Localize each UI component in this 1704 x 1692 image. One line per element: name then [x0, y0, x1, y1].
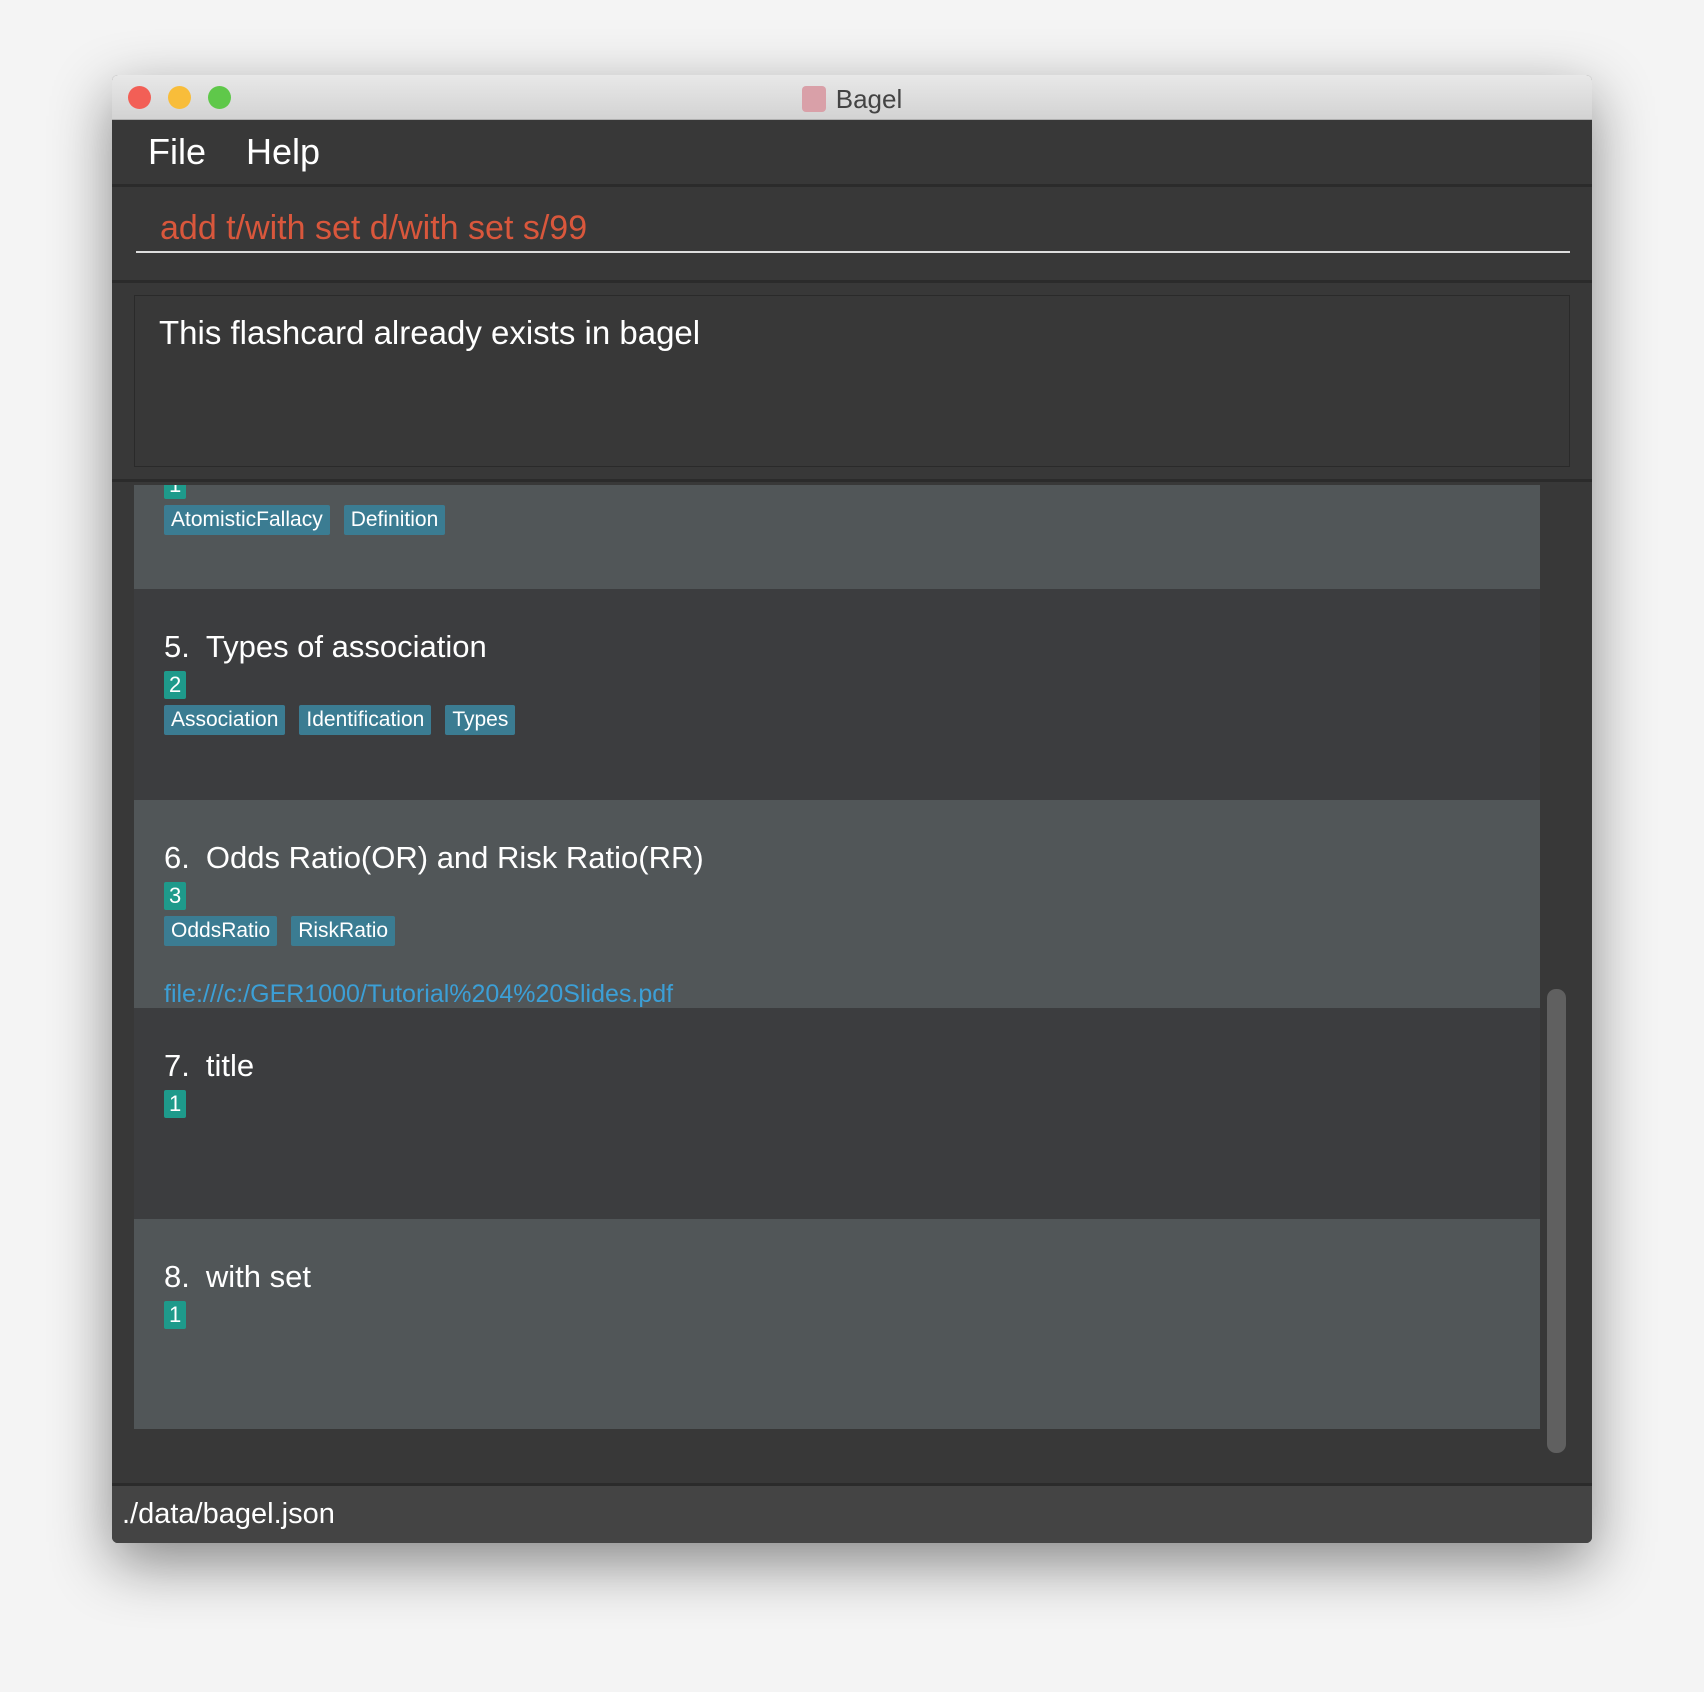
card-index: 5.: [164, 629, 190, 664]
card-title: 7. title: [164, 1048, 1540, 1084]
app-window: Bagel File Help This flashcard already e…: [112, 75, 1592, 1543]
set-badge: 1: [164, 1090, 187, 1118]
window-title: Bagel: [112, 84, 1592, 115]
result-display: This flashcard already exists in bagel: [112, 283, 1592, 482]
set-badge: 3: [164, 882, 187, 910]
card-title-text: title: [205, 1048, 255, 1083]
menu-file[interactable]: File: [148, 131, 206, 173]
card-title: 8. with set: [164, 1259, 1540, 1295]
card-index: 8.: [164, 1259, 190, 1294]
title-bar: Bagel: [112, 75, 1592, 120]
flashcard-item[interactable]: 6. Odds Ratio(OR) and Risk Ratio(RR) 3 Odds…: [134, 800, 1540, 1008]
app-icon: [801, 86, 826, 112]
command-box: [112, 187, 1592, 283]
tag-label: Types: [445, 705, 516, 735]
scrollbar[interactable]: [1547, 989, 1566, 1453]
card-title-text: Types of association: [205, 629, 487, 664]
flashcard-item[interactable]: 8. with set 1: [134, 1219, 1540, 1429]
menu-bar: File Help: [112, 120, 1592, 187]
tag-label: Association: [164, 705, 286, 735]
flashcard-list[interactable]: 1 AtomisticFallacy Definition 5. Types of as…: [112, 485, 1592, 1485]
window-title-text: Bagel: [835, 84, 903, 114]
command-input[interactable]: [136, 205, 1570, 253]
card-title-text: with set: [205, 1259, 311, 1294]
card-title: 6. Odds Ratio(OR) and Risk Ratio(RR): [164, 840, 1540, 876]
card-index: 7.: [164, 1048, 190, 1083]
tag-label: AtomisticFallacy: [164, 505, 330, 535]
flashcard-item[interactable]: 1 AtomisticFallacy Definition: [134, 485, 1540, 589]
flashcard-item[interactable]: 5. Types of association 2 Association Identi…: [134, 589, 1540, 800]
tag-label: OddsRatio: [164, 916, 278, 946]
status-bar-path: ./data/bagel.json: [112, 1483, 1592, 1543]
flashcard-item[interactable]: 7. title 1: [134, 1008, 1540, 1219]
tag-label: Definition: [343, 505, 446, 535]
set-badge: 1: [164, 485, 187, 499]
card-index: 6.: [164, 840, 190, 875]
card-link[interactable]: file:///c:/GER1000/Tutorial%204%20Slides…: [164, 980, 1540, 1009]
set-badge: 1: [164, 1301, 187, 1329]
menu-help[interactable]: Help: [246, 131, 320, 173]
tag-label: Identification: [299, 705, 432, 735]
result-message: This flashcard already exists in bagel: [134, 295, 1570, 467]
tag-label: RiskRatio: [291, 916, 396, 946]
card-title: 5. Types of association: [164, 629, 1540, 665]
card-title-text: Odds Ratio(OR) and Risk Ratio(RR): [205, 840, 704, 875]
set-badge: 2: [164, 671, 187, 699]
